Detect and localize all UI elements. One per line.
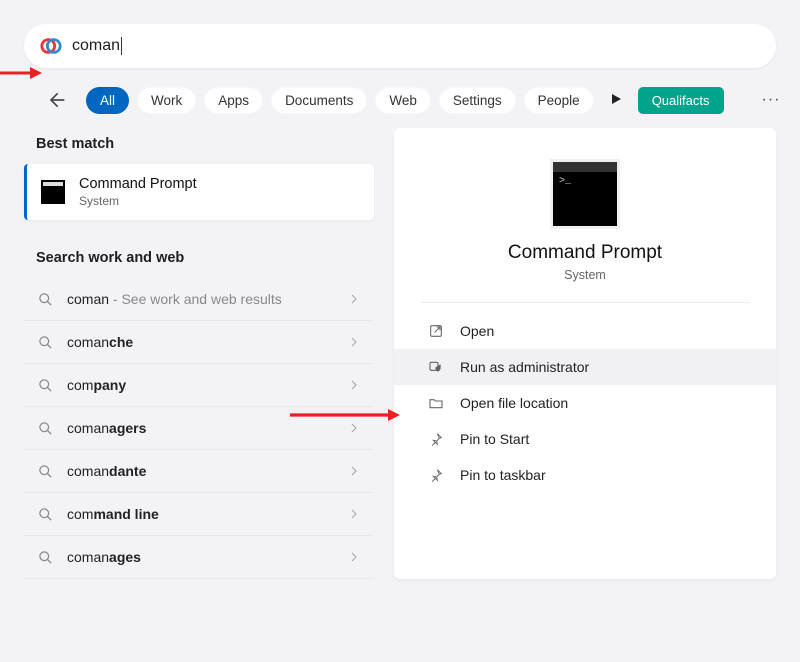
details-subtitle: System: [394, 268, 776, 282]
action-label: Run as administrator: [460, 359, 589, 375]
chevron-right-icon: [348, 422, 360, 434]
tab-all[interactable]: All: [86, 87, 129, 114]
search-icon: [38, 550, 53, 565]
details-pane: Command Prompt System Open Run as adminis…: [394, 128, 776, 579]
suggestion-text: command line: [67, 506, 159, 522]
action-open-file-location[interactable]: Open file location: [394, 385, 776, 421]
search-input-text[interactable]: coman: [72, 37, 120, 55]
suggestion-item[interactable]: comanche: [24, 321, 374, 364]
action-label: Open file location: [460, 395, 568, 411]
chevron-right-icon: [348, 508, 360, 520]
action-label: Open: [460, 323, 494, 339]
shield-icon: [428, 359, 444, 375]
suggestion-text: coman - See work and web results: [67, 291, 282, 307]
chevron-right-icon: [348, 293, 360, 305]
tab-people[interactable]: People: [524, 87, 594, 114]
action-run-as-administrator[interactable]: Run as administrator: [394, 349, 776, 385]
action-pin-to-start[interactable]: Pin to Start: [394, 421, 776, 457]
search-icon: [38, 292, 53, 307]
search-icon: [38, 335, 53, 350]
chevron-right-icon: [348, 336, 360, 348]
best-match-subtitle: System: [79, 194, 197, 208]
search-icon: [38, 421, 53, 436]
qualifacts-button[interactable]: Qualifacts: [638, 87, 724, 114]
folder-icon: [428, 395, 444, 411]
tab-documents[interactable]: Documents: [271, 87, 367, 114]
best-match-header: Best match: [24, 128, 374, 164]
more-tabs-icon[interactable]: [610, 93, 622, 107]
chevron-right-icon: [348, 379, 360, 391]
more-options-icon[interactable]: ···: [762, 91, 781, 109]
tab-settings[interactable]: Settings: [439, 87, 516, 114]
results-left-pane: Best match Command Prompt System Search …: [24, 128, 374, 579]
back-arrow-icon[interactable]: [46, 90, 66, 110]
search-provider-logo-icon: [40, 35, 62, 57]
text-cursor: [121, 37, 122, 55]
suggestion-list: coman - See work and web results comanche…: [24, 278, 374, 579]
search-icon: [38, 507, 53, 522]
details-title: Command Prompt: [394, 242, 776, 264]
suggestion-text: comandante: [67, 463, 146, 479]
chevron-right-icon: [348, 551, 360, 563]
pin-icon: [428, 467, 444, 483]
suggestion-item[interactable]: command line: [24, 493, 374, 536]
action-label: Pin to Start: [460, 431, 529, 447]
tab-work[interactable]: Work: [137, 87, 196, 114]
suggestion-item[interactable]: comandante: [24, 450, 374, 493]
best-match-title: Command Prompt: [79, 176, 197, 192]
suggestion-item[interactable]: company: [24, 364, 374, 407]
pin-icon: [428, 431, 444, 447]
suggestion-text: comanche: [67, 334, 133, 350]
chevron-right-icon: [348, 465, 360, 477]
action-list: Open Run as administrator Open file locati…: [394, 313, 776, 493]
open-icon: [428, 323, 444, 339]
action-pin-to-taskbar[interactable]: Pin to taskbar: [394, 457, 776, 493]
tab-web[interactable]: Web: [375, 87, 431, 114]
suggestion-item[interactable]: comanagers: [24, 407, 374, 450]
suggestion-text: company: [67, 377, 126, 393]
tab-apps[interactable]: Apps: [204, 87, 263, 114]
search-icon: [38, 378, 53, 393]
suggestion-text: comanagers: [67, 420, 146, 436]
action-label: Pin to taskbar: [460, 467, 546, 483]
command-prompt-large-icon: [553, 162, 617, 226]
best-match-result[interactable]: Command Prompt System: [24, 164, 374, 220]
search-bar[interactable]: coman: [24, 24, 776, 68]
suggestion-item[interactable]: comanages: [24, 536, 374, 579]
divider: [420, 302, 750, 303]
filter-tab-row: All Work Apps Documents Web Settings Peo…: [0, 76, 800, 128]
suggestion-item[interactable]: coman - See work and web results: [24, 278, 374, 321]
action-open[interactable]: Open: [394, 313, 776, 349]
search-icon: [38, 464, 53, 479]
command-prompt-icon: [41, 180, 65, 204]
search-web-header: Search work and web: [24, 242, 374, 278]
suggestion-text: comanages: [67, 549, 141, 565]
